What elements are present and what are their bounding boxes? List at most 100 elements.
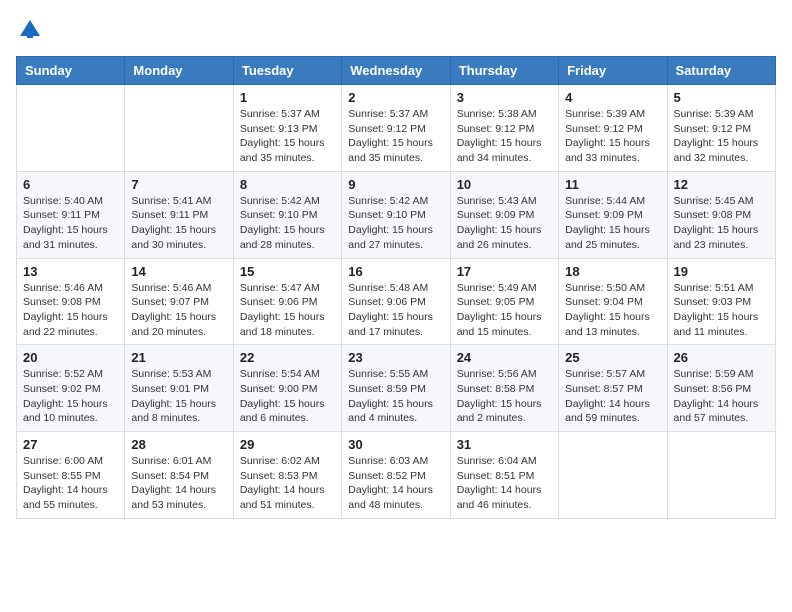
calendar-day-cell: 3Sunrise: 5:38 AM Sunset: 9:12 PM Daylig… <box>450 85 558 172</box>
day-number: 10 <box>457 177 552 192</box>
day-info: Sunrise: 5:46 AM Sunset: 9:08 PM Dayligh… <box>23 281 118 340</box>
day-number: 11 <box>565 177 660 192</box>
day-number: 17 <box>457 264 552 279</box>
day-info: Sunrise: 5:42 AM Sunset: 9:10 PM Dayligh… <box>348 194 443 253</box>
day-number: 12 <box>674 177 769 192</box>
calendar-day-cell: 11 Sunrise: 5:44 AM Sunset: 9:09 PM Dayli… <box>559 171 667 258</box>
day-of-week-header: Friday <box>559 57 667 85</box>
calendar-day-cell <box>17 85 125 172</box>
day-info: Sunrise: 5:44 AM Sunset: 9:09 PM Dayligh… <box>565 194 660 253</box>
day-info: Sunrise: 5:40 AM Sunset: 9:11 PM Dayligh… <box>23 194 118 253</box>
calendar-day-cell: 9 Sunrise: 5:42 AM Sunset: 9:10 PM Daylig… <box>342 171 450 258</box>
day-info: Sunrise: 6:04 AM Sunset: 8:51 PM Dayligh… <box>457 454 552 513</box>
day-info: Sunrise: 5:39 AM Sunset: 9:12 PM Dayligh… <box>674 107 769 166</box>
day-number: 21 <box>131 350 226 365</box>
calendar-day-cell: 13 Sunrise: 5:46 AM Sunset: 9:08 PM Dayli… <box>17 258 125 345</box>
calendar-table: SundayMondayTuesdayWednesdayThursdayFrid… <box>16 56 776 519</box>
logo-icon <box>16 16 44 44</box>
day-info: Sunrise: 6:03 AM Sunset: 8:52 PM Dayligh… <box>348 454 443 513</box>
day-number: 4 <box>565 90 660 105</box>
day-number: 29 <box>240 437 335 452</box>
day-number: 20 <box>23 350 118 365</box>
calendar-day-cell: 10 Sunrise: 5:43 AM Sunset: 9:09 PM Dayli… <box>450 171 558 258</box>
day-number: 25 <box>565 350 660 365</box>
day-info: Sunrise: 5:51 AM Sunset: 9:03 PM Dayligh… <box>674 281 769 340</box>
calendar-day-cell: 20 Sunrise: 5:52 AM Sunset: 9:02 PM Dayli… <box>17 345 125 432</box>
day-info: Sunrise: 5:47 AM Sunset: 9:06 PM Dayligh… <box>240 281 335 340</box>
calendar-day-cell: 7Sunrise: 5:41 AM Sunset: 9:11 PM Daylig… <box>125 171 233 258</box>
calendar-day-cell: 2 Sunrise: 5:37 AM Sunset: 9:12 PM Daylig… <box>342 85 450 172</box>
day-info: Sunrise: 5:59 AM Sunset: 8:56 PM Dayligh… <box>674 367 769 426</box>
day-number: 6 <box>23 177 118 192</box>
day-of-week-header: Monday <box>125 57 233 85</box>
calendar-day-cell: 29 Sunrise: 6:02 AM Sunset: 8:53 PM Dayli… <box>233 432 341 519</box>
day-number: 31 <box>457 437 552 452</box>
day-info: Sunrise: 5:50 AM Sunset: 9:04 PM Dayligh… <box>565 281 660 340</box>
day-info: Sunrise: 5:54 AM Sunset: 9:00 PM Dayligh… <box>240 367 335 426</box>
calendar-day-cell: 24 Sunrise: 5:56 AM Sunset: 8:58 PM Dayli… <box>450 345 558 432</box>
day-info: Sunrise: 5:37 AM Sunset: 9:13 PM Dayligh… <box>240 107 335 166</box>
calendar-day-cell <box>667 432 775 519</box>
calendar-day-cell: 31 Sunrise: 6:04 AM Sunset: 8:51 PM Dayli… <box>450 432 558 519</box>
day-number: 13 <box>23 264 118 279</box>
calendar-day-cell: 4Sunrise: 5:39 AM Sunset: 9:12 PM Daylig… <box>559 85 667 172</box>
day-number: 14 <box>131 264 226 279</box>
calendar-day-cell: 25Sunrise: 5:57 AM Sunset: 8:57 PM Dayli… <box>559 345 667 432</box>
day-info: Sunrise: 5:53 AM Sunset: 9:01 PM Dayligh… <box>131 367 226 426</box>
day-number: 22 <box>240 350 335 365</box>
day-info: Sunrise: 5:42 AM Sunset: 9:10 PM Dayligh… <box>240 194 335 253</box>
day-number: 15 <box>240 264 335 279</box>
day-info: Sunrise: 5:52 AM Sunset: 9:02 PM Dayligh… <box>23 367 118 426</box>
calendar-day-cell: 16 Sunrise: 5:48 AM Sunset: 9:06 PM Dayli… <box>342 258 450 345</box>
calendar-day-cell: 28Sunrise: 6:01 AM Sunset: 8:54 PM Dayli… <box>125 432 233 519</box>
calendar-day-cell: 30 Sunrise: 6:03 AM Sunset: 8:52 PM Dayli… <box>342 432 450 519</box>
day-number: 18 <box>565 264 660 279</box>
calendar-day-cell: 27 Sunrise: 6:00 AM Sunset: 8:55 PM Dayli… <box>17 432 125 519</box>
day-number: 3 <box>457 90 552 105</box>
day-number: 8 <box>240 177 335 192</box>
day-number: 7 <box>131 177 226 192</box>
day-number: 5 <box>674 90 769 105</box>
day-info: Sunrise: 6:01 AM Sunset: 8:54 PM Dayligh… <box>131 454 226 513</box>
calendar-week-row: 1Sunrise: 5:37 AM Sunset: 9:13 PM Daylig… <box>17 85 776 172</box>
calendar-week-row: 27 Sunrise: 6:00 AM Sunset: 8:55 PM Dayli… <box>17 432 776 519</box>
day-number: 26 <box>674 350 769 365</box>
day-of-week-header: Tuesday <box>233 57 341 85</box>
calendar-day-cell: 12 Sunrise: 5:45 AM Sunset: 9:08 PM Dayli… <box>667 171 775 258</box>
day-info: Sunrise: 5:45 AM Sunset: 9:08 PM Dayligh… <box>674 194 769 253</box>
day-info: Sunrise: 5:46 AM Sunset: 9:07 PM Dayligh… <box>131 281 226 340</box>
calendar-week-row: 13 Sunrise: 5:46 AM Sunset: 9:08 PM Dayli… <box>17 258 776 345</box>
day-info: Sunrise: 5:43 AM Sunset: 9:09 PM Dayligh… <box>457 194 552 253</box>
calendar-week-row: 6 Sunrise: 5:40 AM Sunset: 9:11 PM Daylig… <box>17 171 776 258</box>
day-info: Sunrise: 5:37 AM Sunset: 9:12 PM Dayligh… <box>348 107 443 166</box>
calendar-day-cell <box>125 85 233 172</box>
calendar-day-cell: 5 Sunrise: 5:39 AM Sunset: 9:12 PM Daylig… <box>667 85 775 172</box>
logo <box>16 16 48 44</box>
day-number: 19 <box>674 264 769 279</box>
calendar-day-cell: 18 Sunrise: 5:50 AM Sunset: 9:04 PM Dayli… <box>559 258 667 345</box>
day-number: 24 <box>457 350 552 365</box>
calendar-header-row: SundayMondayTuesdayWednesdayThursdayFrid… <box>17 57 776 85</box>
calendar-day-cell: 8 Sunrise: 5:42 AM Sunset: 9:10 PM Daylig… <box>233 171 341 258</box>
day-number: 23 <box>348 350 443 365</box>
day-number: 9 <box>348 177 443 192</box>
day-number: 2 <box>348 90 443 105</box>
calendar-day-cell: 15 Sunrise: 5:47 AM Sunset: 9:06 PM Dayli… <box>233 258 341 345</box>
day-number: 30 <box>348 437 443 452</box>
calendar-week-row: 20 Sunrise: 5:52 AM Sunset: 9:02 PM Dayli… <box>17 345 776 432</box>
calendar-day-cell: 17 Sunrise: 5:49 AM Sunset: 9:05 PM Dayli… <box>450 258 558 345</box>
day-of-week-header: Saturday <box>667 57 775 85</box>
calendar-day-cell <box>559 432 667 519</box>
day-number: 27 <box>23 437 118 452</box>
calendar-day-cell: 21 Sunrise: 5:53 AM Sunset: 9:01 PM Dayli… <box>125 345 233 432</box>
calendar-day-cell: 26 Sunrise: 5:59 AM Sunset: 8:56 PM Dayli… <box>667 345 775 432</box>
calendar-day-cell: 1Sunrise: 5:37 AM Sunset: 9:13 PM Daylig… <box>233 85 341 172</box>
day-of-week-header: Sunday <box>17 57 125 85</box>
day-info: Sunrise: 5:56 AM Sunset: 8:58 PM Dayligh… <box>457 367 552 426</box>
day-info: Sunrise: 5:48 AM Sunset: 9:06 PM Dayligh… <box>348 281 443 340</box>
day-of-week-header: Thursday <box>450 57 558 85</box>
day-number: 16 <box>348 264 443 279</box>
day-info: Sunrise: 6:00 AM Sunset: 8:55 PM Dayligh… <box>23 454 118 513</box>
day-info: Sunrise: 6:02 AM Sunset: 8:53 PM Dayligh… <box>240 454 335 513</box>
day-info: Sunrise: 5:49 AM Sunset: 9:05 PM Dayligh… <box>457 281 552 340</box>
